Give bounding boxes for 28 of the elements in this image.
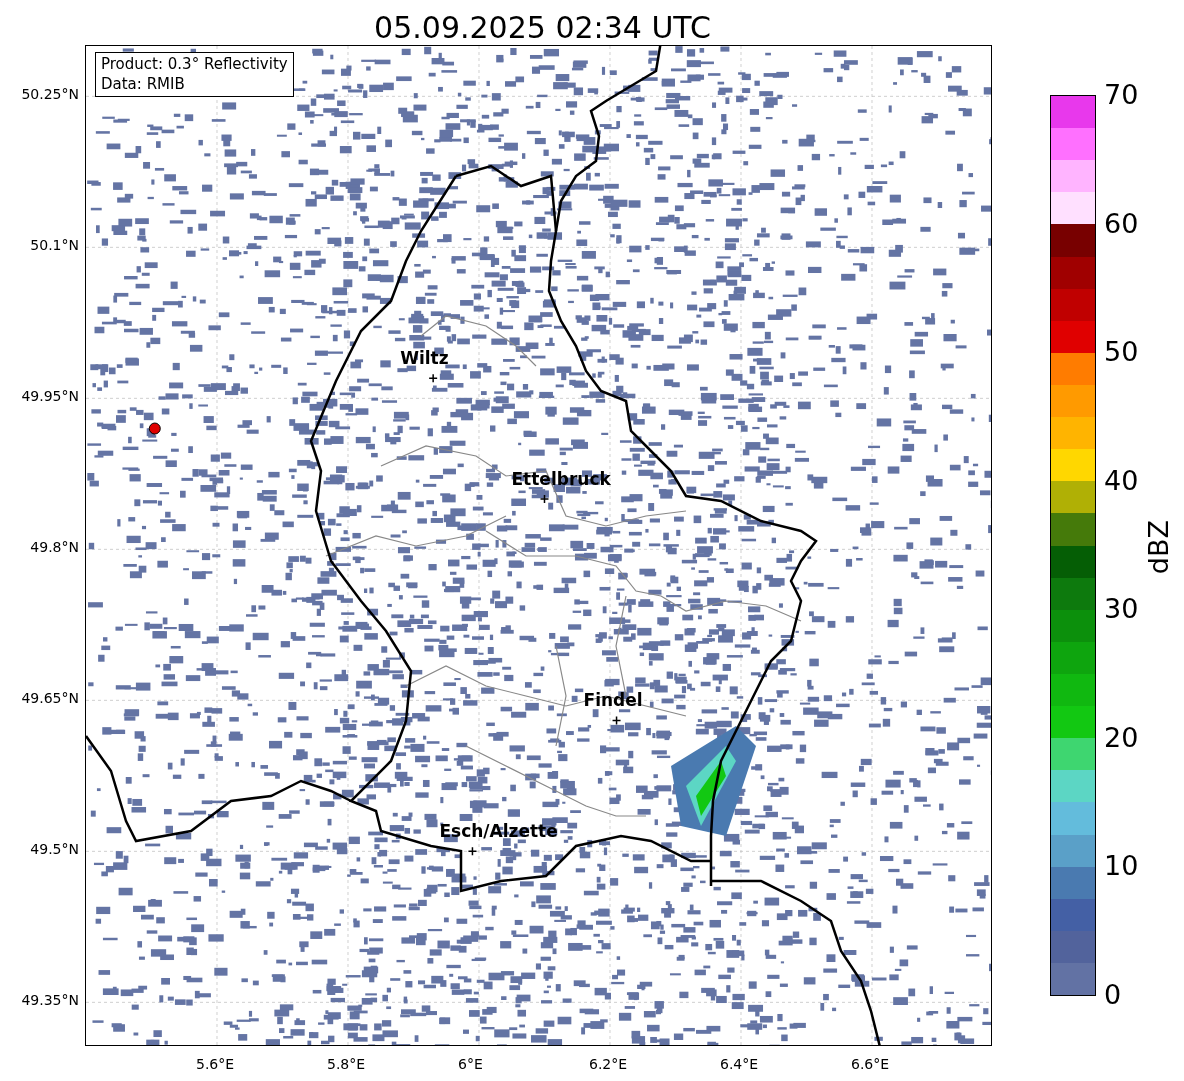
longitude-tick-label: 5.6°E bbox=[196, 1056, 235, 1072]
longitude-tick-label: 6.2°E bbox=[589, 1056, 628, 1072]
latitude-tick-label: 49.65°N bbox=[21, 690, 79, 707]
info-text: Product: 0.3° Reflectivity bbox=[101, 55, 288, 75]
latitude-tick-label: 49.95°N bbox=[21, 388, 79, 405]
longitude-tick-label: 6°E bbox=[458, 1056, 483, 1072]
info-text: Data: RMIB bbox=[101, 74, 186, 94]
longitude-tick-label: 6.4°E bbox=[720, 1056, 759, 1072]
city-label: Ettelbruck bbox=[511, 469, 611, 489]
colorbar-tick-label: 60 bbox=[1104, 209, 1139, 237]
colorbar-tick-label: 40 bbox=[1104, 466, 1139, 494]
city-label: Findel bbox=[583, 690, 643, 711]
latitude-tick-label: 49.35°N bbox=[21, 992, 79, 1009]
colorbar-label: dBZ bbox=[1145, 520, 1172, 575]
city-label: Wiltz bbox=[400, 348, 449, 369]
longitude-tick-label: 5.8°E bbox=[327, 1056, 366, 1072]
latitude-tick-label: 50.1°N bbox=[30, 237, 79, 254]
latitude-tick-label: 50.25°N bbox=[21, 86, 79, 103]
colorbar-tick-label: 70 bbox=[1104, 81, 1139, 108]
colorbar-tick-label: 10 bbox=[1104, 852, 1139, 880]
latitude-tick-label: 49.5°N bbox=[30, 841, 79, 858]
plot-title: 05.09.2025 02:34 UTC bbox=[373, 9, 712, 45]
colorbar-tick-label: 50 bbox=[1104, 338, 1139, 366]
colorbar-tick-label: 30 bbox=[1104, 595, 1139, 623]
latitude-tick-label: 49.8°N bbox=[30, 539, 79, 556]
colorbar-tick-label: 0 bbox=[1104, 981, 1122, 1008]
longitude-tick-label: 6.6°E bbox=[851, 1056, 890, 1072]
colorbar-tick-label: 20 bbox=[1104, 723, 1139, 751]
